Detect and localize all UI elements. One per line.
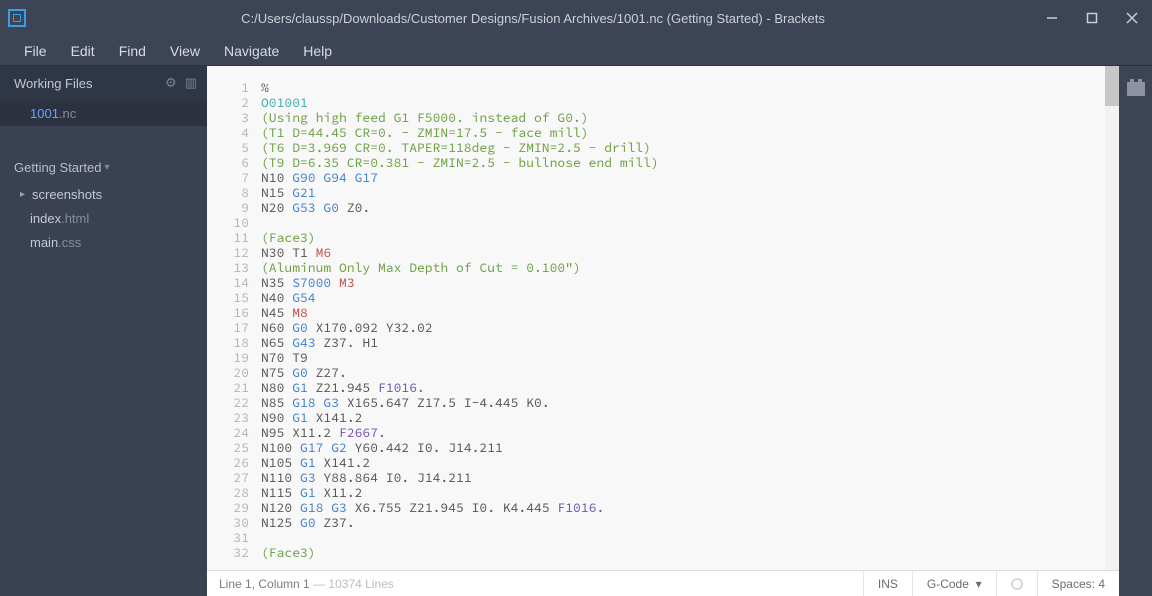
- gutter: 1234567891011121314151617181920212223242…: [207, 80, 261, 570]
- project-header[interactable]: Getting Started ▾: [0, 152, 207, 182]
- menu-navigate[interactable]: Navigate: [214, 40, 289, 62]
- status-language[interactable]: G-Code ▾: [912, 571, 996, 596]
- right-rail: [1119, 66, 1152, 596]
- status-lint[interactable]: [996, 571, 1037, 596]
- editor: 1234567891011121314151617181920212223242…: [207, 66, 1119, 596]
- status-bar: Line 1, Column 1 — 10374 Lines INS G-Cod…: [207, 570, 1119, 596]
- menu-bar: FileEditFindViewNavigateHelp: [0, 36, 1152, 66]
- sidebar: Working Files ⚙ ▥ 1001.nc Getting Starte…: [0, 66, 207, 596]
- scrollbar-thumb[interactable]: [1105, 66, 1119, 106]
- menu-edit[interactable]: Edit: [61, 40, 105, 62]
- code-content[interactable]: %O01001(Using high feed G1 F5000. instea…: [261, 80, 1119, 570]
- circle-icon: [1011, 578, 1023, 590]
- working-file[interactable]: 1001.nc: [0, 100, 207, 126]
- extensions-icon[interactable]: [1127, 82, 1145, 96]
- project-label: Getting Started: [14, 160, 101, 175]
- status-ins[interactable]: INS: [863, 571, 912, 596]
- working-files-label: Working Files: [14, 76, 93, 91]
- status-spaces[interactable]: Spaces: 4: [1037, 571, 1119, 596]
- status-cursor[interactable]: Line 1, Column 1 — 10374 Lines: [207, 577, 406, 591]
- main-area: Working Files ⚙ ▥ 1001.nc Getting Starte…: [0, 66, 1152, 596]
- tree-file[interactable]: index.html: [0, 206, 207, 230]
- file-tree: ▸screenshotsindex.htmlmain.css: [0, 182, 207, 254]
- app-icon: [8, 9, 26, 27]
- working-files-header[interactable]: Working Files ⚙ ▥: [0, 66, 207, 100]
- split-icon[interactable]: ▥: [185, 75, 197, 91]
- code-area[interactable]: 1234567891011121314151617181920212223242…: [207, 66, 1119, 570]
- tree-folder[interactable]: ▸screenshots: [0, 182, 207, 206]
- window-controls: [1032, 0, 1152, 36]
- title-bar: C:/Users/claussp/Downloads/Customer Desi…: [0, 0, 1152, 36]
- gear-icon[interactable]: ⚙: [165, 75, 177, 91]
- window-title: C:/Users/claussp/Downloads/Customer Desi…: [34, 11, 1032, 26]
- minimize-button[interactable]: [1032, 0, 1072, 36]
- tree-file[interactable]: main.css: [0, 230, 207, 254]
- menu-help[interactable]: Help: [293, 40, 342, 62]
- maximize-button[interactable]: [1072, 0, 1112, 36]
- chevron-down-icon: ▾: [104, 162, 109, 173]
- scrollbar-track[interactable]: [1105, 66, 1119, 570]
- menu-view[interactable]: View: [160, 40, 210, 62]
- menu-file[interactable]: File: [14, 40, 57, 62]
- menu-find[interactable]: Find: [109, 40, 156, 62]
- working-files-list: 1001.nc: [0, 100, 207, 126]
- close-button[interactable]: [1112, 0, 1152, 36]
